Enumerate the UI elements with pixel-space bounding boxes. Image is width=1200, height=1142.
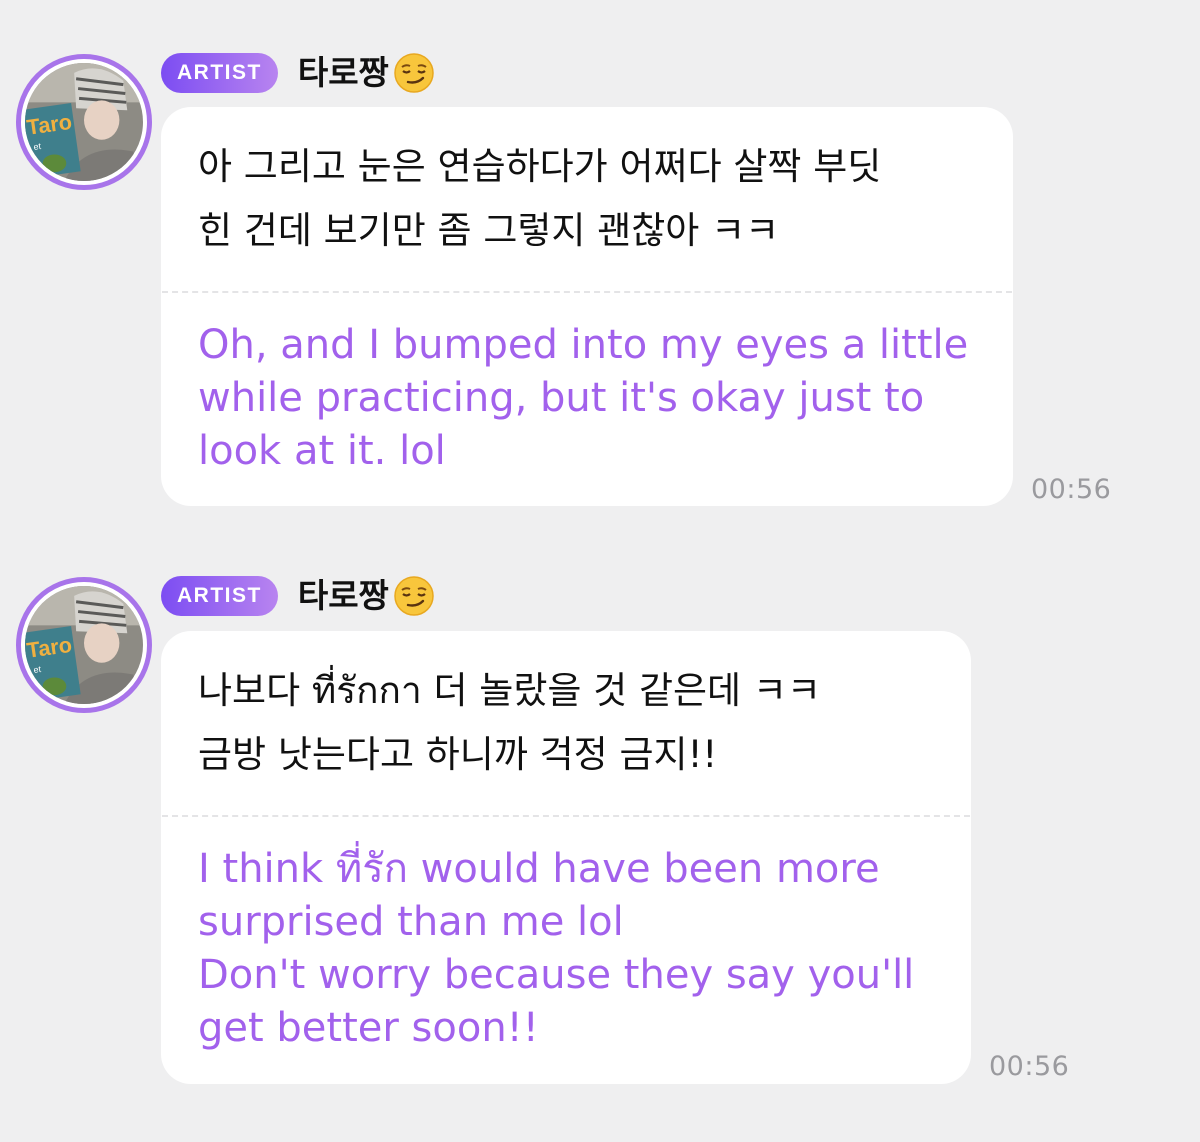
avatar-image: Taro et xyxy=(25,586,143,704)
message-timestamp: 00:56 xyxy=(989,1051,1070,1082)
message-bubble[interactable]: 나보다 ที่รักกา 더 놀랐을 것 같은데 ㅋㅋ 금방 낫는다고 하니까 … xyxy=(161,631,971,1084)
avatar-image: Taro et xyxy=(25,63,143,181)
smirking-face-emoji-icon xyxy=(393,575,435,617)
original-text: 나보다 ที่รักกา 더 놀랐을 것 같은데 ㅋㅋ 금방 낫는다고 하니까 … xyxy=(198,669,821,776)
sender-name: 타로짱 xyxy=(297,576,389,615)
artist-avatar[interactable]: Taro et xyxy=(16,54,152,190)
artist-badge: ARTIST xyxy=(161,576,278,616)
message-header: ARTIST 타로짱 xyxy=(161,574,435,618)
sender-name: 타로짱 xyxy=(297,53,389,92)
artist-avatar[interactable]: Taro et xyxy=(16,577,152,713)
original-text: 아 그리고 눈은 연습하다가 어쩌다 살짝 부딧 힌 건데 보기만 좀 그렇지 … xyxy=(198,145,882,252)
smirking-face-emoji-icon xyxy=(393,52,435,94)
message-header: ARTIST 타로짱 xyxy=(161,51,435,95)
translated-text: Oh, and I bumped into my eyes a little w… xyxy=(198,322,969,474)
translated-text: I think ที่รัก would have been more surp… xyxy=(198,846,915,1051)
message-bubble[interactable]: 아 그리고 눈은 연습하다가 어쩌다 살짝 부딧 힌 건데 보기만 좀 그렇지 … xyxy=(161,107,1013,506)
message-timestamp: 00:56 xyxy=(1031,474,1112,505)
artist-badge: ARTIST xyxy=(161,53,278,93)
